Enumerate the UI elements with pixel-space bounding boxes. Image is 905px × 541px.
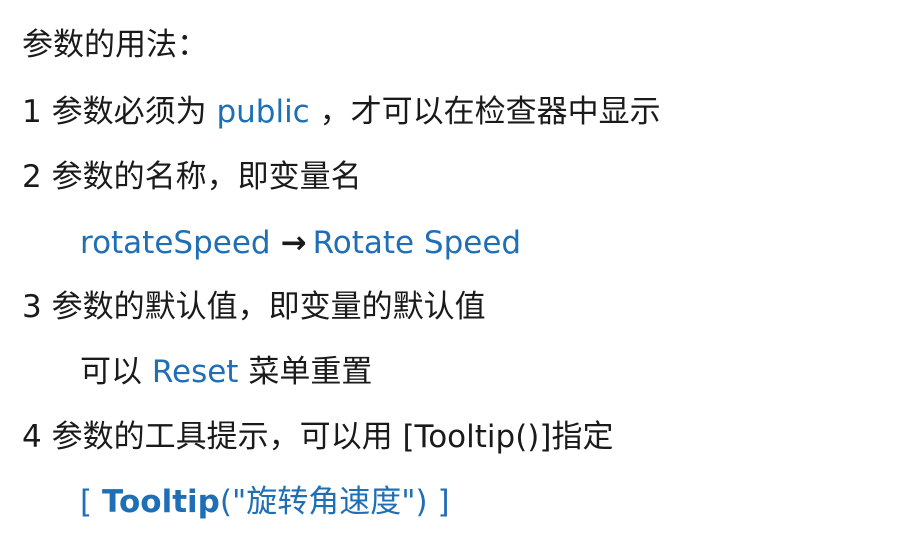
item-2-number: 2 [22, 159, 42, 195]
item-2-example: rotateSpeed → Rotate Speed [80, 228, 521, 259]
code-tooltip-args: ("旋转角速度") [219, 484, 428, 520]
item-1-number: 1 [22, 94, 42, 130]
item-1: 1 参数必须为 public ，才可以在检查器中显示 [22, 97, 661, 128]
item-1-text-a: 参数必须为 [51, 94, 207, 130]
tooltip-code-example: [ Tooltip("旋转角速度") ] [80, 487, 450, 518]
item-4-attribute: [Tooltip()] [402, 419, 552, 455]
section-title: 参数的用法： [22, 30, 208, 61]
item-4-text: 参数的工具提示，可以用 [51, 419, 393, 455]
item-2-text: 参数的名称，即变量名 [51, 159, 362, 195]
code-close-bracket: ] [437, 484, 450, 520]
keyword-reset: Reset [151, 354, 239, 390]
item-3-sub-b: 菜单重置 [248, 354, 373, 390]
document-page: 参数的用法： 1 参数必须为 public ，才可以在检查器中显示 2 参数的名… [0, 0, 905, 541]
item-3-number: 3 [22, 289, 42, 325]
item-1-text-b: ，才可以在检查器中显示 [319, 94, 661, 130]
example-variable-name: rotateSpeed [80, 225, 271, 261]
item-3-sub: 可以 Reset 菜单重置 [80, 357, 372, 388]
item-2: 2 参数的名称，即变量名 [22, 162, 362, 193]
item-3-text: 参数的默认值，即变量的默认值 [51, 289, 486, 325]
item-4: 4 参数的工具提示，可以用 [Tooltip()]指定 [22, 422, 614, 453]
keyword-public: public [216, 94, 310, 130]
example-inspector-label: Rotate Speed [312, 225, 522, 261]
item-3: 3 参数的默认值，即变量的默认值 [22, 292, 486, 323]
code-tooltip-name: Tooltip [101, 484, 220, 520]
item-3-sub-a: 可以 [80, 354, 142, 390]
code-open-bracket: [ [80, 484, 93, 520]
item-4-number: 4 [22, 419, 42, 455]
arrow-right-icon: → [280, 225, 307, 261]
title-text: 参数的用法： [22, 27, 208, 63]
item-4-text-b: 指定 [551, 419, 614, 455]
